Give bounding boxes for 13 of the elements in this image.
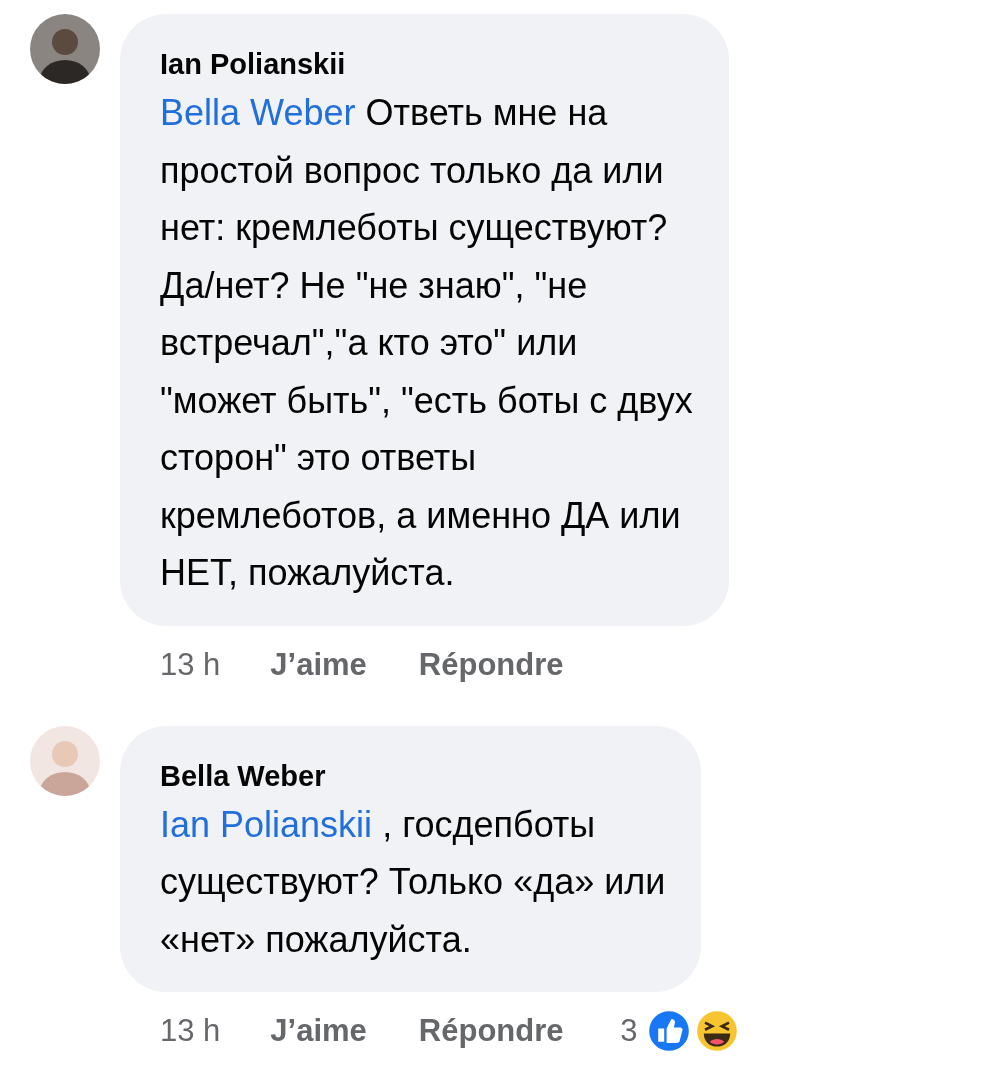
like-link[interactable]: J’aime xyxy=(270,1013,367,1049)
like-link[interactable]: J’aime xyxy=(270,646,367,683)
timestamp[interactable]: 13 h xyxy=(160,1013,221,1049)
comment-text: Ian Polianskii , госдепботы существуют? Только «да» или «нет» пожалуйста. xyxy=(160,802,666,962)
author-name[interactable]: Bella Weber xyxy=(160,755,666,796)
timestamp[interactable]: 13 h xyxy=(160,646,221,683)
author-name[interactable]: Ian Polianskii xyxy=(160,44,693,84)
mention-link[interactable]: Ian Polianskii xyxy=(160,803,373,845)
mention-link[interactable]: Bella Weber xyxy=(160,92,356,133)
comment-text: Bella Weber Ответь мне на простой вопрос только да или нет: кремлеботы существуют? Да/нет? Не "не знаю", "не встречал","а кто это" или "может быть", "есть боты с двух сторон" это ответы кремлеботов, а именно ДА или НЕТ, пожалуйста. xyxy=(160,91,693,595)
reply-link[interactable]: Répondre xyxy=(418,1013,564,1049)
reaction-count[interactable]: 3 xyxy=(620,1013,638,1049)
reply-link[interactable]: Répondre xyxy=(418,646,564,683)
